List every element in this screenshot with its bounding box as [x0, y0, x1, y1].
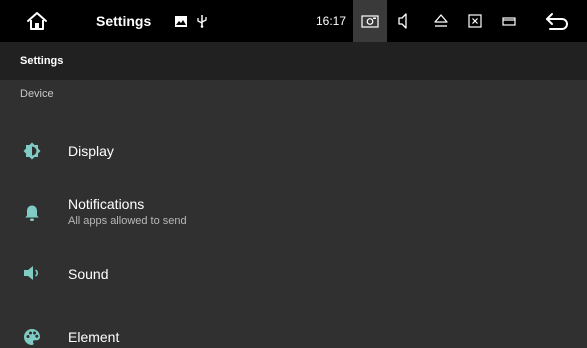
image-notification-icon: [175, 15, 187, 27]
settings-item-element[interactable]: Element: [0, 310, 587, 348]
usb-icon: [197, 15, 207, 28]
volume-icon: [398, 13, 407, 29]
settings-item-subtitle: All apps allowed to send: [68, 215, 187, 227]
window-icon: [502, 17, 516, 26]
section-title-device: Device: [20, 88, 54, 100]
settings-item-title: Sound: [68, 266, 109, 282]
settings-item-display[interactable]: Display: [0, 124, 587, 180]
window-button[interactable]: [496, 0, 522, 42]
home-icon: [27, 12, 47, 30]
app-title: Settings: [96, 13, 152, 29]
screenshot-icon: [361, 15, 379, 28]
clock: 16:17: [316, 14, 347, 28]
settings-item-title: Notifications: [68, 196, 145, 212]
settings-item-title: Element: [68, 329, 120, 345]
page-title: Settings: [20, 55, 64, 67]
speaker-icon: [22, 263, 42, 283]
usb-notification: [196, 0, 208, 42]
image-notification: [174, 0, 188, 42]
brightness-icon: [22, 141, 42, 161]
settings-item-title: Display: [68, 143, 114, 159]
system-bar: Settings 16:17: [0, 0, 587, 42]
back-icon: [546, 13, 568, 30]
home-button[interactable]: [22, 0, 52, 42]
bell-icon: [22, 203, 42, 223]
settings-item-notifications[interactable]: Notifications All apps allowed to send: [0, 186, 587, 242]
settings-item-sound[interactable]: Sound: [0, 246, 587, 302]
page-header: Settings: [0, 42, 587, 80]
close-box-icon: [468, 14, 482, 28]
settings-screen: Settings 16:17 Settings Device Display N…: [0, 0, 587, 348]
back-button[interactable]: [542, 0, 572, 42]
screenshot-button[interactable]: [353, 0, 387, 42]
eject-icon: [434, 14, 448, 27]
close-box-button[interactable]: [462, 0, 488, 42]
volume-button[interactable]: [392, 0, 416, 42]
eject-button[interactable]: [428, 0, 454, 42]
palette-icon: [22, 327, 42, 347]
